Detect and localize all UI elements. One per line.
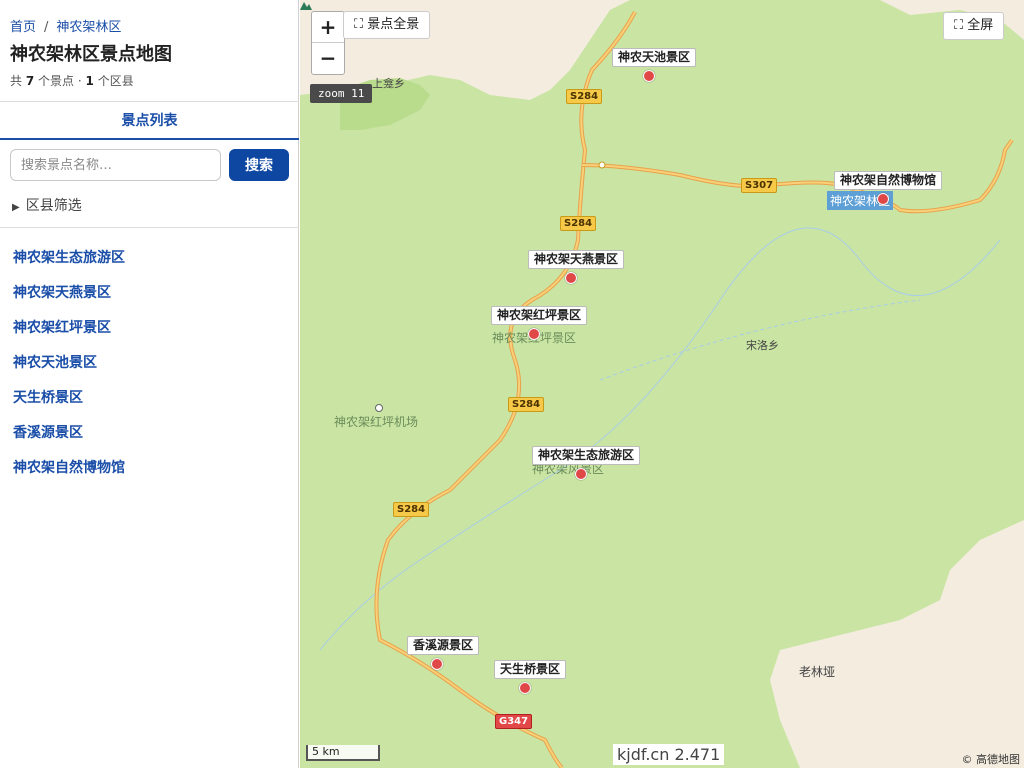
road-shield: S284 bbox=[393, 502, 430, 517]
place-name: 上龛乡 bbox=[372, 77, 405, 90]
poi-label-museum[interactable]: 神农架自然博物馆 bbox=[834, 171, 943, 190]
district-count: 1 bbox=[85, 74, 94, 88]
scale-bar: 5 km bbox=[306, 745, 380, 761]
search-button[interactable]: 搜索 bbox=[229, 149, 289, 181]
district-filter-toggle[interactable]: ▶ 区县筛选 bbox=[12, 195, 82, 215]
fullscreen-button[interactable]: ⛶ 全屏 bbox=[943, 12, 1005, 40]
spot-list-item[interactable]: 神农天池景区 bbox=[13, 353, 125, 388]
poi-marker-tianshengqiao[interactable] bbox=[519, 682, 531, 694]
sidebar: 首页 / 神农架林区 神农架林区景点地图 共 7 个景点 · 1 个区县 景点列表 … bbox=[0, 0, 299, 768]
spot-unit: 个景点 · bbox=[38, 74, 82, 88]
poi-label-ecotour[interactable]: 神农架生态旅游区 bbox=[532, 446, 641, 465]
breadcrumb-separator: / bbox=[44, 20, 49, 35]
spot-list-item[interactable]: 香溪源景区 bbox=[13, 423, 125, 458]
breadcrumb-current-link[interactable]: 神农架林区 bbox=[56, 20, 121, 35]
zoom-in-button[interactable]: + bbox=[312, 12, 344, 43]
poi-label-tianchi[interactable]: 神农天池景区 bbox=[612, 48, 697, 67]
road-shield: G347 bbox=[495, 714, 533, 729]
poi-label-xiangxi[interactable]: 香溪源景区 bbox=[407, 636, 480, 655]
search-input[interactable] bbox=[10, 149, 221, 181]
tab-spot-list[interactable]: 景点列表 bbox=[0, 102, 299, 140]
zoom-level-badge: zoom 11 bbox=[310, 84, 373, 103]
district-filter-label: 区县筛选 bbox=[25, 198, 82, 214]
airport-name: 神农架红坪机场 bbox=[334, 415, 419, 429]
poi-marker-museum[interactable] bbox=[877, 193, 889, 205]
district-unit: 个区县 bbox=[97, 74, 134, 88]
place-name: 宋洛乡 bbox=[746, 339, 779, 352]
poi-label-hongping[interactable]: 神农架红坪景区 bbox=[491, 306, 588, 325]
summary-text: 共 7 个景点 · 1 个区县 bbox=[10, 72, 134, 89]
spot-count: 7 bbox=[25, 74, 35, 88]
road-shield: S284 bbox=[560, 216, 597, 231]
summary-prefix: 共 bbox=[10, 74, 23, 88]
mountain-icon bbox=[300, 2, 312, 10]
divider bbox=[0, 227, 299, 228]
poi-marker-tianchi[interactable] bbox=[643, 70, 655, 82]
map-copyright: © 高德地图 bbox=[961, 753, 1021, 766]
zoom-out-button[interactable]: − bbox=[312, 43, 344, 73]
road-shield: S284 bbox=[566, 89, 603, 104]
page-title: 神农架林区景点地图 bbox=[10, 44, 172, 65]
poi-marker-tianyan[interactable] bbox=[565, 272, 577, 284]
overview-button[interactable]: ⛶ 景点全景 bbox=[343, 11, 431, 39]
breadcrumb: 首页 / 神农架林区 bbox=[10, 16, 121, 35]
poi-label-tianyan[interactable]: 神农架天燕景区 bbox=[528, 250, 625, 269]
poi-label-tianshengqiao[interactable]: 天生桥景区 bbox=[494, 660, 567, 679]
map-canvas[interactable]: + − ⛶ 景点全景 ⛶ 全屏 zoom 11 上龛乡 神农架林区 神农架红坪景… bbox=[300, 0, 1024, 768]
road-shield: S284 bbox=[508, 397, 545, 412]
poi-marker-xiangxi[interactable] bbox=[431, 658, 443, 670]
poi-marker-hongping[interactable] bbox=[528, 328, 540, 340]
road-shield: S307 bbox=[741, 178, 778, 193]
spot-list-item[interactable]: 神农架红坪景区 bbox=[13, 318, 125, 353]
spot-list: 神农架生态旅游区 神农架天燕景区 神农架红坪景区 神农天池景区 天生桥景区 香溪… bbox=[13, 248, 125, 493]
watermark: kjdf.cn 2.471 bbox=[613, 744, 725, 765]
peak-name: 老林垭 bbox=[799, 665, 836, 679]
spot-list-item[interactable]: 神农架生态旅游区 bbox=[13, 248, 125, 283]
caret-right-icon: ▶ bbox=[12, 202, 20, 213]
spot-list-item[interactable]: 神农架天燕景区 bbox=[13, 283, 125, 318]
spot-list-item[interactable]: 天生桥景区 bbox=[13, 388, 125, 423]
zoom-control: + − bbox=[311, 11, 345, 75]
poi-marker-ecotour[interactable] bbox=[575, 468, 587, 480]
breadcrumb-home-link[interactable]: 首页 bbox=[10, 20, 36, 35]
spot-list-item[interactable]: 神农架自然博物馆 bbox=[13, 458, 125, 493]
